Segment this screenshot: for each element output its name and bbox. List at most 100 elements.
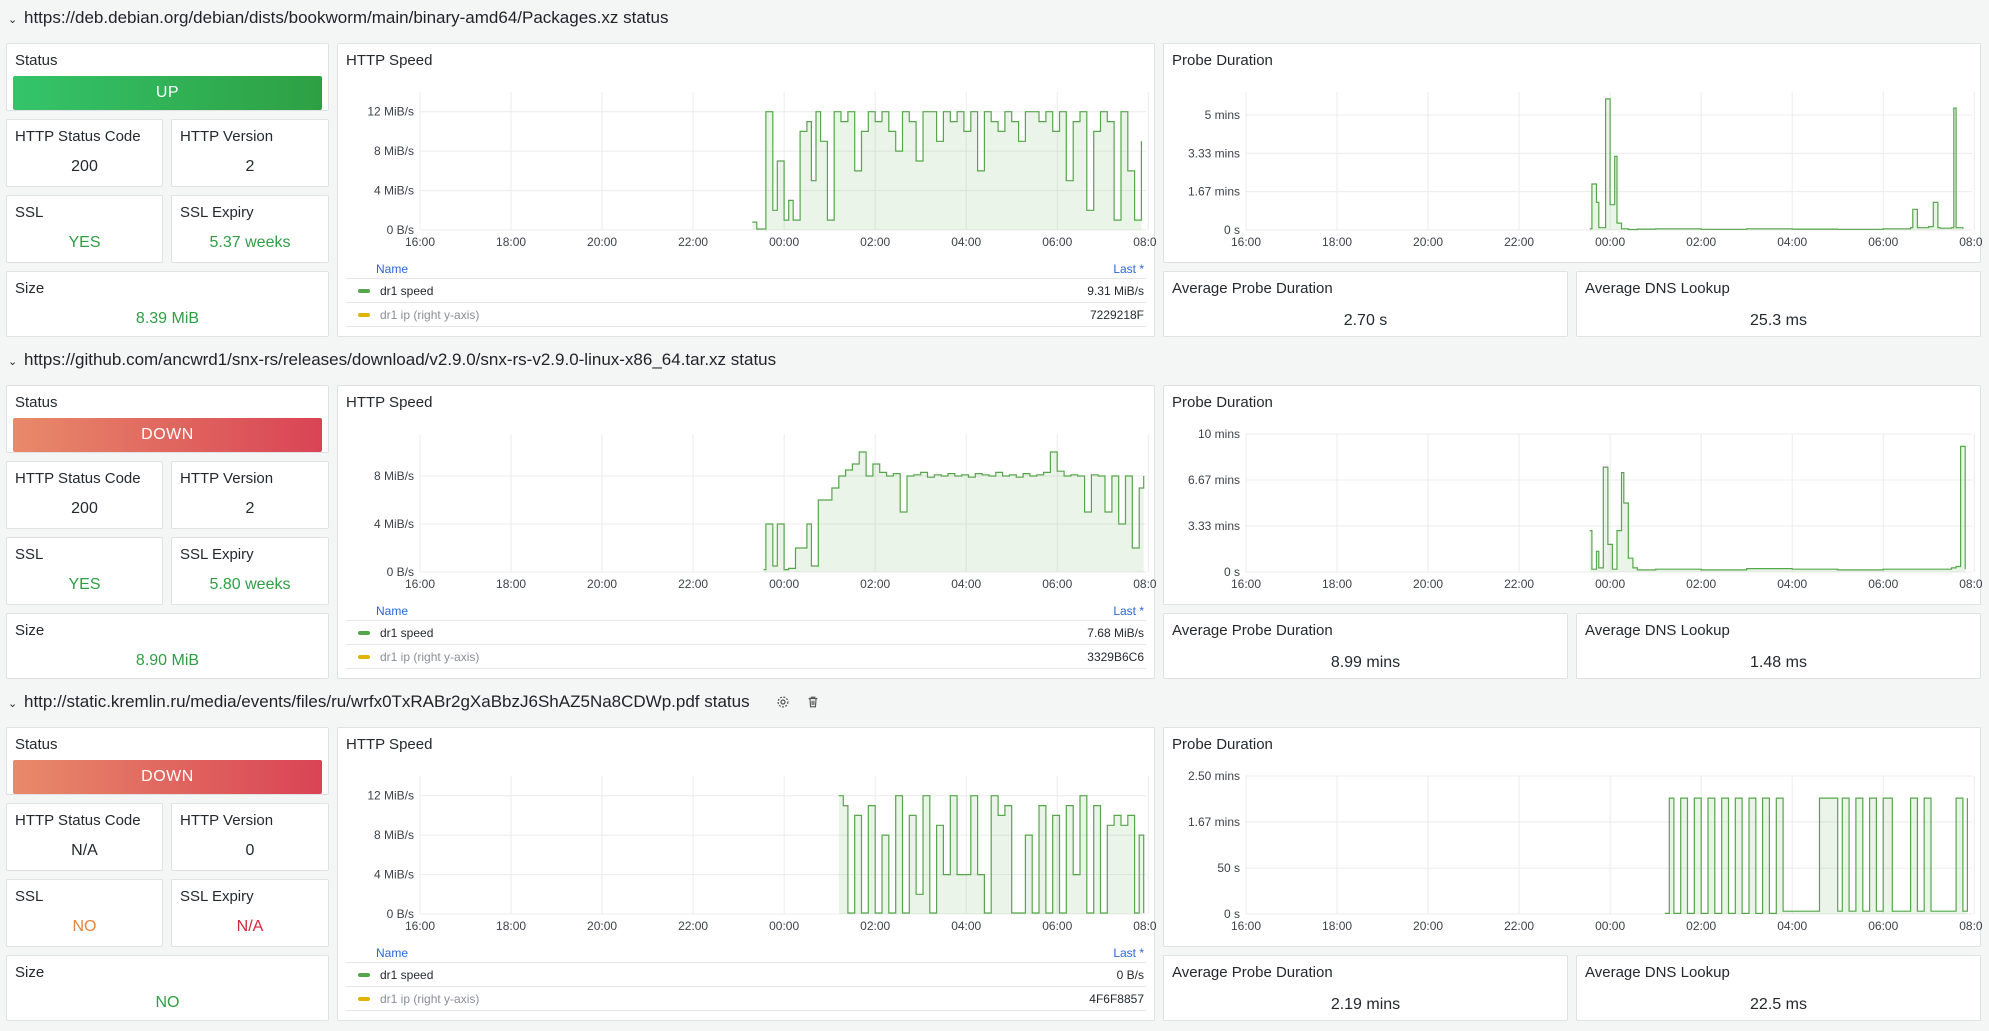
- x-tick-label: 02:00: [860, 919, 890, 933]
- ssl-expiry-panel: SSL Expiry 5.37 weeks: [171, 195, 329, 263]
- legend-name-header[interactable]: Name: [376, 604, 408, 620]
- x-tick-label: 20:00: [587, 577, 617, 591]
- y-tick-label: 4 MiB/s: [374, 517, 414, 531]
- x-tick-label: 00:00: [769, 919, 799, 933]
- probe-duration-panel: Probe Duration 16:00 18:00 20:00 22:00 00:00…: [1163, 43, 1982, 263]
- avg-probe-panel: Average Probe Duration 2.19 mins: [1163, 955, 1568, 1021]
- legend-item-speed[interactable]: dr1 speed 0 B/s: [346, 963, 1146, 987]
- y-tick-label: 0 B/s: [387, 223, 414, 237]
- status-badge: DOWN: [13, 418, 322, 452]
- x-tick-label: 22:00: [678, 235, 708, 249]
- http-status-code-panel: HTTP Status Code 200: [6, 119, 163, 187]
- x-tick-label: 06:00: [1868, 919, 1898, 933]
- x-tick-label: 08:00: [1133, 577, 1156, 591]
- gear-icon[interactable]: [772, 691, 794, 713]
- x-tick-label: 06:00: [1042, 235, 1072, 249]
- y-tick-label: 0 B/s: [387, 907, 414, 921]
- x-tick-label: 04:00: [951, 235, 981, 249]
- http-speed-chart: 16:00 18:00 20:00 22:00 00:00 02:00 04:00 06:00…: [374, 434, 1156, 591]
- http-speed-panel: HTTP Speed 16:00 18:00 20:00 22:00 00:00 02:0…: [337, 727, 1156, 1021]
- y-tick-label: 5 mins: [1205, 108, 1240, 122]
- x-tick-label: 22:00: [678, 919, 708, 933]
- http-speed-chart: 16:00 18:00 20:00 22:00 00:00 02:00 04:00 06:00…: [367, 776, 1156, 933]
- chevron-down-icon[interactable]: ⌄: [8, 355, 20, 368]
- x-tick-label: 04:00: [1777, 577, 1807, 591]
- http-status-code-panel: HTTP Status Code 200: [6, 461, 163, 529]
- legend-item-ip[interactable]: dr1 ip (right y-axis) 7229218F: [346, 303, 1146, 327]
- x-tick-label: 02:00: [860, 577, 890, 591]
- legend-last-header[interactable]: Last *: [1113, 946, 1144, 962]
- x-tick-label: 18:00: [496, 919, 526, 933]
- legend-last-header[interactable]: Last *: [1113, 604, 1144, 620]
- legend-item-ip[interactable]: dr1 ip (right y-axis) 4F6F8857: [346, 987, 1146, 1011]
- y-tick-label: 6.67 mins: [1188, 473, 1240, 487]
- y-tick-label: 8 MiB/s: [374, 828, 414, 842]
- legend-item-speed[interactable]: dr1 speed 7.68 MiB/s: [346, 621, 1146, 645]
- legend-name-header[interactable]: Name: [376, 946, 408, 962]
- y-tick-label: 10 mins: [1198, 427, 1240, 441]
- x-tick-label: 16:00: [405, 235, 435, 249]
- x-tick-label: 04:00: [951, 919, 981, 933]
- row-title: http://static.kremlin.ru/media/events/fi…: [24, 692, 750, 711]
- x-tick-label: 20:00: [1413, 919, 1443, 933]
- ssl-expiry-panel: SSL Expiry N/A: [171, 879, 329, 947]
- probe-duration-chart: 16:00 18:00 20:00 22:00 00:00 02:00 04:00 06:00…: [1188, 769, 1982, 933]
- x-tick-label: 00:00: [1595, 235, 1625, 249]
- series-line: [1589, 445, 1966, 571]
- x-tick-label: 16:00: [405, 919, 435, 933]
- x-tick-label: 22:00: [1504, 235, 1534, 249]
- size-panel: Size NO: [6, 955, 329, 1021]
- x-tick-label: 16:00: [405, 577, 435, 591]
- row-header[interactable]: ⌄ https://deb.debian.org/debian/dists/bo…: [8, 6, 668, 30]
- x-tick-label: 08:00: [1959, 235, 1982, 249]
- legend-last-header[interactable]: Last *: [1113, 262, 1144, 278]
- status-panel: Status DOWN: [6, 385, 329, 453]
- http-status-code-panel: HTTP Status Code N/A: [6, 803, 163, 871]
- x-tick-label: 00:00: [769, 235, 799, 249]
- x-tick-label: 18:00: [1322, 235, 1352, 249]
- chevron-down-icon[interactable]: ⌄: [8, 697, 20, 710]
- x-tick-label: 06:00: [1868, 577, 1898, 591]
- legend-name-header[interactable]: Name: [376, 262, 408, 278]
- y-tick-label: 3.33 mins: [1188, 519, 1240, 533]
- y-tick-label: 1.67 mins: [1188, 815, 1240, 829]
- x-tick-label: 06:00: [1042, 919, 1072, 933]
- http-speed-chart: 16:00 18:00 20:00 22:00 00:00 02:00 04:00 06:00…: [367, 92, 1156, 249]
- chevron-down-icon[interactable]: ⌄: [8, 13, 20, 26]
- x-tick-label: 00:00: [769, 577, 799, 591]
- trash-icon[interactable]: [802, 691, 824, 713]
- probe-duration-panel: Probe Duration 16:00 18:00 20:00 22:00 00:00…: [1163, 727, 1982, 947]
- x-tick-label: 08:00: [1133, 235, 1156, 249]
- x-tick-label: 04:00: [951, 577, 981, 591]
- x-tick-label: 16:00: [1231, 577, 1261, 591]
- legend-item-speed[interactable]: dr1 speed 9.31 MiB/s: [346, 279, 1146, 303]
- ssl-panel: SSL YES: [6, 195, 163, 263]
- y-tick-label: 3.33 mins: [1188, 146, 1240, 160]
- x-tick-label: 16:00: [1231, 919, 1261, 933]
- chart-legend: Name Last * dr1 speed 9.31 MiB/s dr1 ip (…: [346, 262, 1146, 327]
- x-tick-label: 18:00: [496, 577, 526, 591]
- x-tick-label: 02:00: [1686, 235, 1716, 249]
- avg-dns-panel: Average DNS Lookup 1.48 ms: [1576, 613, 1981, 679]
- x-tick-label: 16:00: [1231, 235, 1261, 249]
- x-tick-label: 18:00: [496, 235, 526, 249]
- y-tick-label: 0 s: [1224, 223, 1240, 237]
- row-header[interactable]: ⌄ https://github.com/ancwrd1/snx-rs/rele…: [8, 348, 776, 372]
- series-area: [1589, 98, 1963, 231]
- status-panel: Status DOWN: [6, 727, 329, 795]
- x-tick-label: 08:00: [1959, 919, 1982, 933]
- x-tick-label: 00:00: [1595, 919, 1625, 933]
- series-area: [1664, 798, 1968, 914]
- y-tick-label: 12 MiB/s: [367, 789, 414, 803]
- row-title: https://deb.debian.org/debian/dists/book…: [24, 8, 669, 27]
- series-area: [752, 111, 1142, 230]
- x-tick-label: 04:00: [1777, 235, 1807, 249]
- x-tick-label: 20:00: [1413, 577, 1443, 591]
- avg-dns-panel: Average DNS Lookup 22.5 ms: [1576, 955, 1981, 1021]
- x-tick-label: 20:00: [1413, 235, 1443, 249]
- legend-item-ip[interactable]: dr1 ip (right y-axis) 3329B6C6: [346, 645, 1146, 669]
- y-tick-label: 1.67 mins: [1188, 185, 1240, 199]
- row-header[interactable]: ⌄ http://static.kremlin.ru/media/events/…: [8, 690, 824, 714]
- x-tick-label: 02:00: [860, 235, 890, 249]
- status-badge: UP: [13, 76, 322, 110]
